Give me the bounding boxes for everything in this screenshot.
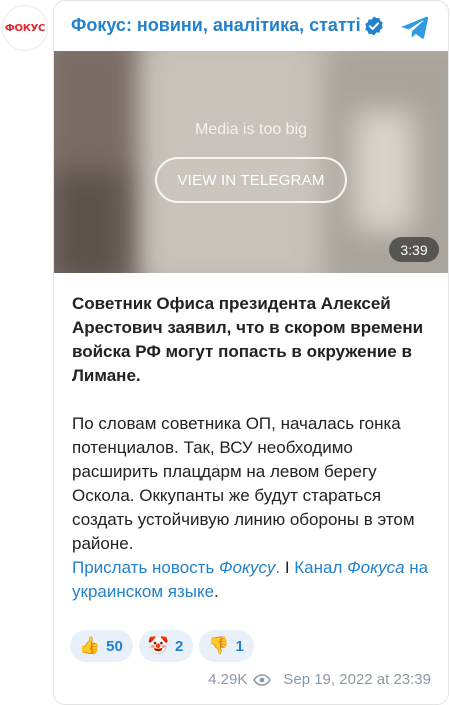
reaction-count: 2 <box>175 637 184 655</box>
verified-badge-icon <box>365 16 383 36</box>
blurred-frame-dark <box>54 171 124 273</box>
view-count: 4.29K <box>208 671 248 688</box>
channel-name-link[interactable]: Фокус: новини, аналітика, статті <box>71 15 361 36</box>
media-too-big-notice: Media is too big <box>194 121 308 138</box>
links-separator: I <box>280 558 295 577</box>
telegram-icon[interactable] <box>400 12 430 42</box>
post-date-link[interactable]: Sep 19, 2022 at 23:39 <box>283 671 431 688</box>
post-links: Прислать новость Фокусу. I Канал Фокуса … <box>72 556 432 604</box>
telegram-post-card: Фокус: новини, аналітика, статті Media i… <box>53 0 449 705</box>
links-period: . <box>214 582 219 601</box>
reactions-bar: 👍 50 🤡 2 👎 1 <box>70 630 254 662</box>
reaction-count: 50 <box>106 637 123 655</box>
reaction-count: 1 <box>235 637 244 655</box>
post-text: Советник Офиса президента Алексей Аресто… <box>72 292 432 604</box>
video-duration-badge: 3:39 <box>389 237 439 262</box>
thumbs-up-icon: 👍 <box>79 636 101 656</box>
send-news-link[interactable]: Прислать новость Фокусу. <box>72 558 280 577</box>
eye-icon <box>253 673 272 686</box>
post-header: Фокус: новини, аналітика, статті <box>54 1 448 51</box>
post-body: По словам советника ОП, началась гонка п… <box>72 414 415 553</box>
reaction-thumbs-up[interactable]: 👍 50 <box>70 630 133 662</box>
reaction-thumbs-down[interactable]: 👎 1 <box>199 630 254 662</box>
reaction-clown[interactable]: 🤡 2 <box>138 630 194 662</box>
view-in-telegram-button[interactable]: VIEW IN TELEGRAM <box>155 157 347 203</box>
avatar-logo-text: ФОКУС <box>4 22 46 34</box>
video-preview[interactable]: Media is too big VIEW IN TELEGRAM 3:39 <box>54 51 448 273</box>
post-footer: 4.29K Sep 19, 2022 at 23:39 <box>208 671 431 688</box>
post-headline: Советник Офиса президента Алексей Аресто… <box>72 294 424 385</box>
channel-avatar[interactable]: ФОКУС <box>2 5 48 51</box>
clown-face-icon: 🤡 <box>147 636 170 656</box>
thumbs-down-icon: 👎 <box>208 636 230 656</box>
